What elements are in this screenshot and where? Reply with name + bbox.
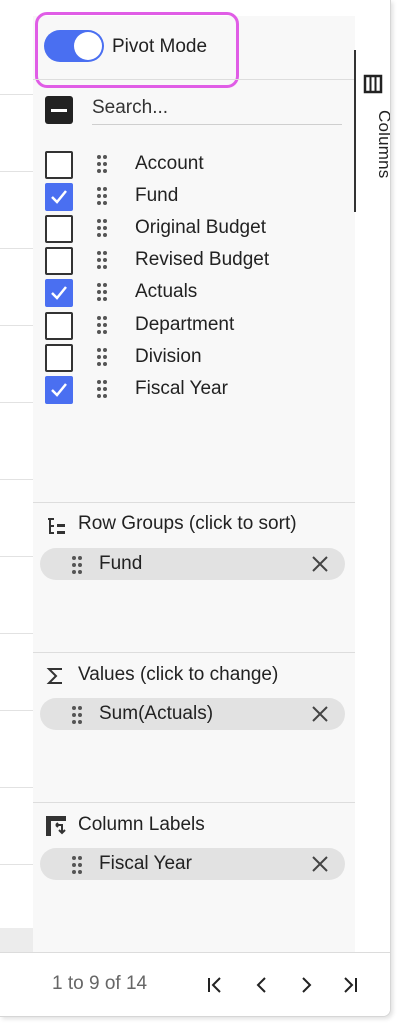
column-item-fiscal-year[interactable]: Fiscal Year	[33, 373, 355, 405]
grid-row-divider	[0, 556, 33, 557]
checkbox[interactable]	[45, 247, 73, 275]
column-item-fund[interactable]: Fund	[33, 180, 355, 212]
checkbox-checked[interactable]	[45, 376, 73, 404]
column-item-account[interactable]: Account	[33, 148, 355, 180]
checkbox[interactable]	[45, 215, 73, 243]
pagination-summary: 1 to 9 of 14	[52, 973, 148, 994]
column-item-label: Department	[135, 314, 235, 335]
pivot-icon	[46, 816, 66, 836]
row-group-icon	[48, 518, 65, 534]
column-item-department[interactable]: Department	[33, 309, 355, 341]
drag-handle-icon[interactable]	[71, 705, 83, 725]
column-item-label: Account	[135, 153, 204, 174]
previous-page-icon[interactable]	[250, 973, 274, 997]
row-group-pill-fund[interactable]: Fund	[40, 548, 345, 580]
drag-handle-icon[interactable]	[96, 186, 108, 206]
column-label-pill-fiscal-year[interactable]: Fiscal Year	[40, 848, 345, 880]
drag-handle-icon[interactable]	[96, 218, 108, 238]
last-page-icon[interactable]	[338, 973, 362, 997]
section-divider	[33, 652, 355, 653]
first-page-icon[interactable]	[203, 973, 227, 997]
checkmark-icon	[51, 286, 67, 300]
section-divider	[33, 502, 355, 503]
checkbox-checked[interactable]	[45, 183, 73, 211]
grid-frame: Pivot Mode Account Fund Original Budget …	[0, 0, 391, 1017]
column-item-label: Fund	[135, 185, 179, 206]
checkmark-icon	[51, 383, 67, 397]
close-icon[interactable]	[311, 705, 329, 723]
drag-handle-icon[interactable]	[96, 315, 108, 335]
column-item-actuals[interactable]: Actuals	[33, 276, 355, 308]
checkmark-icon	[51, 190, 67, 204]
grid-row-divider	[0, 864, 33, 865]
next-page-icon[interactable]	[294, 973, 318, 997]
row-groups-title: Row Groups (click to sort)	[78, 513, 297, 534]
grid-row-divider	[0, 325, 33, 326]
drag-handle-icon[interactable]	[71, 855, 83, 875]
column-item-label: Division	[135, 346, 202, 367]
section-divider	[33, 802, 355, 803]
drag-handle-icon[interactable]	[71, 555, 83, 575]
checkbox[interactable]	[45, 312, 73, 340]
tab-columns[interactable]: Columns	[354, 50, 391, 212]
grid-row-divider	[0, 479, 33, 480]
section-divider	[33, 79, 355, 80]
column-item-original-budget[interactable]: Original Budget	[33, 212, 355, 244]
column-search-input[interactable]	[92, 92, 342, 125]
pill-label: Fund	[99, 553, 143, 574]
sigma-icon	[46, 668, 62, 684]
values-title: Values (click to change)	[78, 664, 279, 685]
grid-row-divider	[0, 248, 33, 249]
pivot-mode-label: Pivot Mode	[112, 36, 208, 57]
select-all-checkbox[interactable]	[45, 96, 73, 124]
grid-row-divider	[0, 402, 33, 403]
grid-row-divider	[0, 710, 33, 711]
drag-handle-icon[interactable]	[96, 379, 108, 399]
drag-handle-icon[interactable]	[96, 154, 108, 174]
column-item-revised-budget[interactable]: Revised Budget	[33, 244, 355, 276]
column-item-label: Revised Budget	[135, 249, 270, 270]
toggle-knob	[74, 32, 102, 60]
checkbox[interactable]	[45, 344, 73, 372]
close-icon[interactable]	[311, 555, 329, 573]
grid-row-divider	[0, 171, 33, 172]
grid-row-divider	[0, 787, 33, 788]
close-icon[interactable]	[311, 855, 329, 873]
pill-label: Fiscal Year	[99, 853, 192, 874]
pivot-mode-toggle[interactable]	[44, 30, 104, 62]
column-item-label: Fiscal Year	[135, 378, 228, 399]
grid-row-divider	[0, 633, 33, 634]
value-pill-sum-actuals[interactable]: Sum(Actuals)	[40, 698, 345, 730]
column-labels-title: Column Labels	[78, 814, 205, 835]
checkbox[interactable]	[45, 151, 73, 179]
horizontal-scrollbar[interactable]	[0, 928, 33, 952]
pill-label: Sum(Actuals)	[99, 703, 214, 724]
grid-row-divider	[0, 94, 33, 95]
grid-body-sliver	[0, 0, 33, 952]
column-item-label: Actuals	[135, 281, 198, 302]
columns-icon	[363, 74, 383, 94]
column-item-division[interactable]: Division	[33, 341, 355, 373]
tab-columns-label: Columns	[375, 110, 391, 179]
pagination-bar: 1 to 9 of 14	[0, 952, 390, 1016]
checkbox-checked[interactable]	[45, 279, 73, 307]
drag-handle-icon[interactable]	[96, 250, 108, 270]
drag-handle-icon[interactable]	[96, 347, 108, 367]
column-item-label: Original Budget	[135, 217, 266, 238]
drag-handle-icon[interactable]	[96, 282, 108, 302]
